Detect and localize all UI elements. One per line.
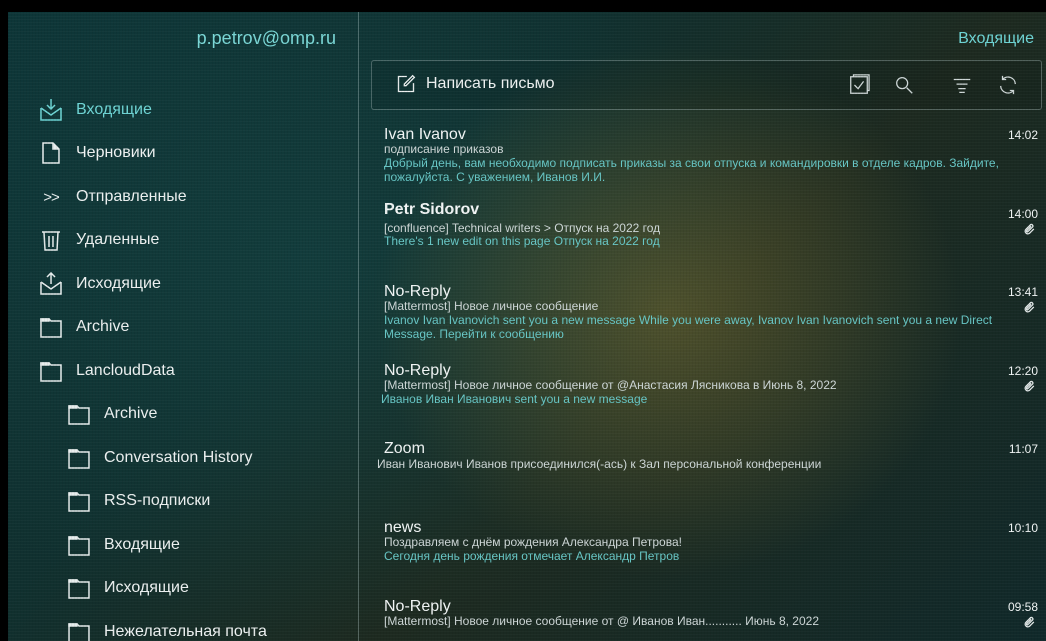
- toolbar: Написать письмо: [371, 60, 1042, 110]
- sidebar-item-label: Черновики: [76, 144, 156, 161]
- message-time: 13:41: [1007, 285, 1038, 299]
- sidebar-item-deleted[interactable]: Удаленные: [38, 226, 159, 254]
- sidebar: p.petrov@omp.ru Входящие Черновики >> От…: [8, 12, 358, 641]
- sidebar-item-label: Входящие: [104, 536, 180, 553]
- sidebar-item-lanclouddata[interactable]: LancloudData: [38, 357, 175, 385]
- refresh-icon[interactable]: [997, 74, 1019, 96]
- message-subject: [confluence] Technical writers > Отпуск …: [384, 221, 661, 235]
- draft-icon: [38, 140, 64, 166]
- filter-icon[interactable]: [951, 74, 973, 96]
- message-subject: [Mattermost] Новое личное сообщение: [384, 299, 599, 313]
- sidebar-item-label: LancloudData: [76, 362, 175, 379]
- trash-icon: [38, 227, 64, 253]
- folder-icon: [66, 532, 92, 558]
- compose-icon: [397, 74, 416, 93]
- sidebar-item-outbox[interactable]: Исходящие: [38, 270, 161, 298]
- sidebar-item-junk[interactable]: Нежелательная почта: [66, 618, 267, 641]
- folder-icon: [66, 401, 92, 427]
- sidebar-item-sent[interactable]: >> Отправленные: [38, 183, 187, 211]
- sidebar-item-archive[interactable]: Archive: [38, 313, 129, 341]
- message-time: 10:10: [1007, 521, 1038, 535]
- sidebar-item-inbox[interactable]: Входящие: [38, 96, 152, 124]
- message-preview: Добрый день, вам необходимо подписать пр…: [384, 156, 999, 184]
- compose-label: Написать письмо: [426, 75, 555, 92]
- message-preview: Сегодня день рождения отмечает Александр…: [384, 549, 680, 563]
- sidebar-item-conversation-history[interactable]: Conversation History: [66, 444, 253, 472]
- message-time: 14:00: [1007, 207, 1038, 221]
- folder-icon: [38, 314, 64, 340]
- message-subject: подписание приказов: [384, 142, 504, 156]
- message-subject: [Mattermost] Новое личное сообщение от @…: [384, 378, 837, 392]
- message-preview: Иван Иванович Иванов присоединился(-ась)…: [377, 457, 822, 471]
- account-email[interactable]: p.petrov@omp.ru: [197, 28, 336, 49]
- mail-app: p.petrov@omp.ru Входящие Черновики >> От…: [8, 12, 1046, 641]
- sidebar-item-label: Исходящие: [104, 579, 189, 596]
- message-time: 12:20: [1007, 364, 1038, 378]
- sidebar-item-drafts[interactable]: Черновики: [38, 139, 156, 167]
- message-sender: Zoom: [384, 440, 425, 457]
- sidebar-item-label: Archive: [76, 318, 130, 335]
- message-subject: Поздравляем с днём рождения Александра П…: [384, 535, 682, 549]
- folder-icon: [66, 575, 92, 601]
- sidebar-item-label: Исходящие: [76, 275, 161, 292]
- sidebar-item-lancloud-archive[interactable]: Archive: [66, 400, 157, 428]
- sidebar-item-label: RSS-подписки: [104, 492, 211, 509]
- sidebar-item-label: Нежелательная почта: [104, 623, 267, 640]
- message-time: 14:02: [1007, 128, 1038, 142]
- folder-icon: [66, 488, 92, 514]
- sent-icon: >>: [43, 188, 60, 206]
- sidebar-item-label: Conversation History: [104, 449, 253, 466]
- folder-icon: [66, 445, 92, 471]
- paperclip-icon: [1023, 616, 1036, 629]
- sidebar-item-rss[interactable]: RSS-подписки: [66, 487, 210, 515]
- sidebar-item-label: Удаленные: [76, 231, 160, 248]
- folder-icon: [66, 619, 92, 641]
- sidebar-item-label: Отправленные: [76, 188, 187, 205]
- message-time: 11:07: [1008, 442, 1038, 456]
- message-preview: Ivanov Ivan Ivanovich sent you a new mes…: [384, 313, 993, 341]
- folder-icon: [38, 358, 64, 384]
- inbox-icon: [38, 97, 64, 123]
- message-preview: There's 1 new edit on this page Отпуск н…: [384, 234, 660, 248]
- message-subject: [Mattermost] Новое личное сообщение от @…: [384, 614, 819, 628]
- message-time: 09:58: [1007, 600, 1038, 614]
- message-preview: Иванов Иван Иванович sent you a new mess…: [381, 392, 648, 406]
- message-list-pane: Входящие Написать письмо Ivan Ivanov 14:…: [359, 12, 1046, 641]
- search-icon[interactable]: [893, 74, 915, 96]
- sidebar-item-label: Входящие: [76, 101, 152, 118]
- outbox-icon: [38, 271, 64, 297]
- select-icon[interactable]: [848, 74, 870, 96]
- sidebar-item-lancloud-outbox[interactable]: Исходящие: [66, 574, 189, 602]
- page-title: Входящие: [958, 30, 1034, 47]
- compose-button[interactable]: Написать письмо: [396, 74, 555, 94]
- sidebar-item-lancloud-inbox[interactable]: Входящие: [66, 531, 180, 559]
- message-sender: Petr Sidorov: [384, 201, 480, 218]
- sidebar-item-label: Archive: [104, 405, 158, 422]
